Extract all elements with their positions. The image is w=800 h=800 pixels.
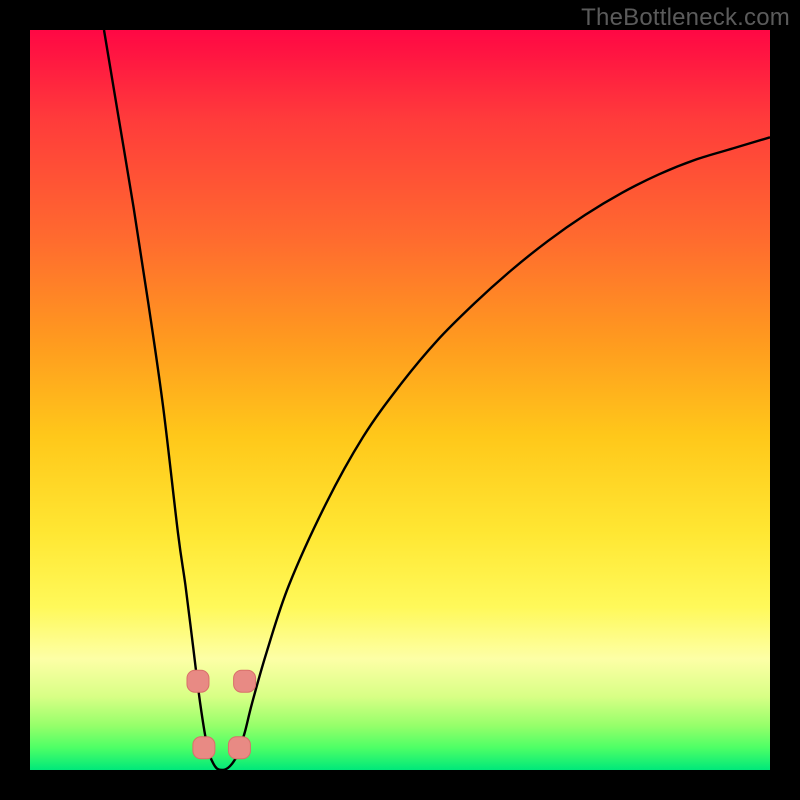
curve-marker-3 <box>228 737 250 759</box>
curve-marker-1 <box>234 670 256 692</box>
curve-marker-0 <box>187 670 209 692</box>
bottleneck-curve <box>104 30 770 770</box>
curve-marker-2 <box>193 737 215 759</box>
outer-frame: TheBottleneck.com <box>0 0 800 800</box>
bottleneck-chart <box>30 30 770 770</box>
marker-group <box>187 670 256 759</box>
plot-area <box>30 30 770 770</box>
watermark-text: TheBottleneck.com <box>581 4 790 32</box>
